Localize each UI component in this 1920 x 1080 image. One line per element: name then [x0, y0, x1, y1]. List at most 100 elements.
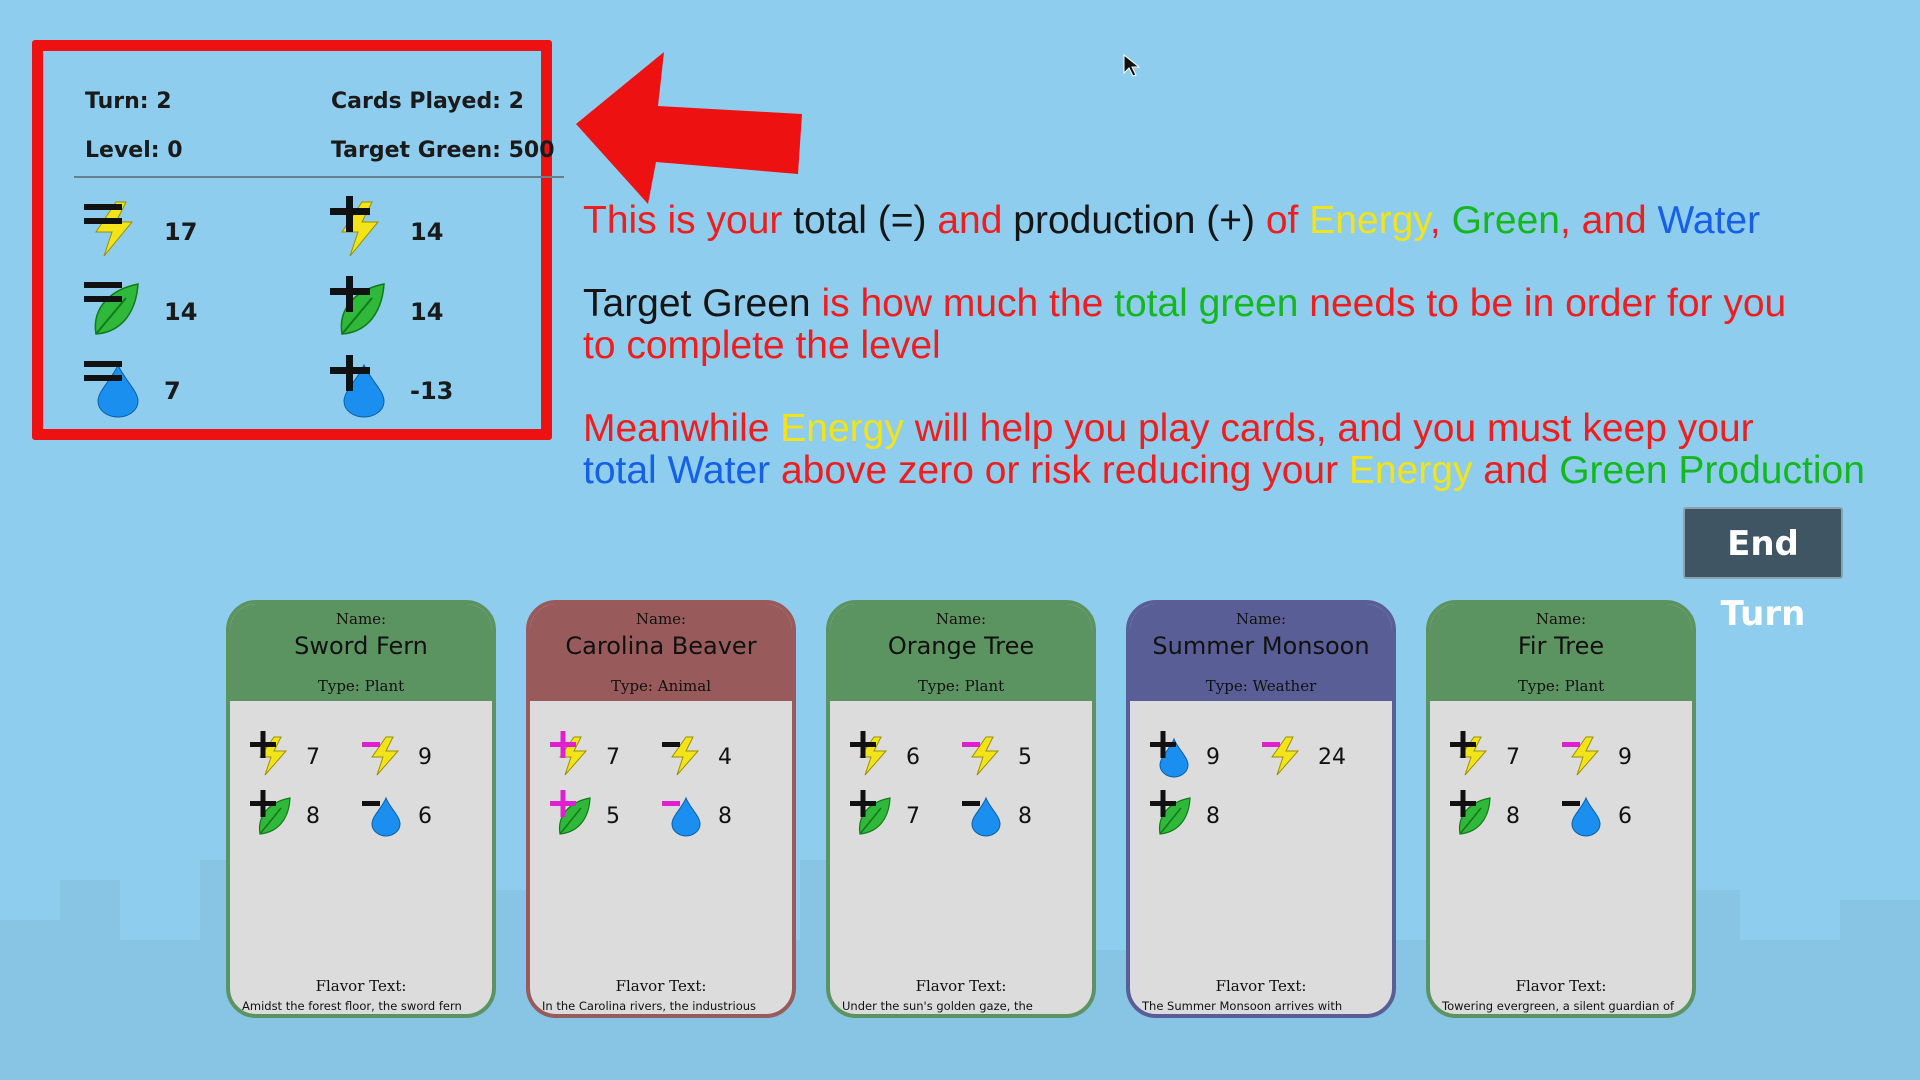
card-flavor-label: Flavor Text:: [315, 977, 407, 995]
instruction-segment: to complete the level: [583, 324, 941, 367]
total-green-value: 14: [164, 298, 198, 326]
card-name-label: Name:: [635, 610, 687, 628]
production-green-value: 14: [410, 298, 444, 326]
card-carolina-beaver[interactable]: Name: Carolina Beaver Type: Animal 7 4 5 8 Flav…: [526, 600, 796, 1018]
target-green-label: Target Green: 500: [331, 138, 555, 163]
instruction-segment: above zero or risk reducing your: [780, 449, 1349, 492]
instruction-segment: total Water: [583, 449, 781, 492]
production-energy-value: 14: [410, 218, 444, 246]
card-header: Name: Summer Monsoon Type: Weather: [1130, 604, 1392, 701]
card-stat-value: 7: [306, 745, 320, 770]
instruction-segment: will help you play cards, and you must k…: [914, 407, 1754, 450]
card-name-label: Name:: [1535, 610, 1587, 628]
card-type: Type: Weather: [1205, 677, 1317, 695]
turn-label: Turn: 2: [85, 89, 172, 114]
water-icon: [962, 796, 1001, 837]
card-header: Name: Carolina Beaver Type: Animal: [530, 604, 792, 701]
card-name-label: Name:: [335, 610, 387, 628]
level-label: Level: 0: [85, 138, 183, 163]
leaf-icon: [1150, 790, 1191, 835]
card-flavor-label: Flavor Text:: [615, 977, 707, 995]
energy-icon: [1450, 731, 1488, 776]
card-type: Type: Plant: [317, 677, 405, 695]
instruction-line-2: Target Green is how much the total green…: [583, 283, 1786, 325]
mouse-cursor-icon: [1123, 54, 1141, 77]
water-icon: [362, 796, 401, 837]
card-summer-monsoon[interactable]: Name: Summer Monsoon Type: Weather 9 24 8 Flav…: [1126, 600, 1396, 1018]
instruction-line-3: to complete the level: [583, 325, 941, 367]
leaf-icon: [550, 790, 591, 835]
card-flavor-label: Flavor Text:: [915, 977, 1007, 995]
card-flavor-label: Flavor Text:: [1215, 977, 1307, 995]
card-name-label: Name:: [935, 610, 987, 628]
total-green-leaf-icon: [84, 282, 139, 335]
card-sword-fern[interactable]: Name: Sword Fern Type: Plant 7 9 8 6 Flavor Tex…: [226, 600, 496, 1018]
card-stat-value: 6: [1618, 804, 1632, 829]
water-icon: [1150, 731, 1189, 778]
instruction-line-1: This is your total (=) and production (+…: [583, 200, 1760, 242]
instruction-segment: Target Green: [583, 282, 822, 325]
instruction-segment: Energy: [1348, 449, 1484, 492]
stats-divider: [74, 176, 564, 178]
instruction-segment: ,: [1429, 199, 1452, 242]
card-stat-value: 8: [1206, 804, 1220, 829]
card-header: Name: Orange Tree Type: Plant: [830, 604, 1092, 701]
energy-icon: [1562, 736, 1600, 776]
card-body: 7 9 8 6 Flavor Text: Towering evergreen, a si…: [1434, 701, 1688, 1013]
card-flavor-label: Flavor Text:: [1515, 977, 1607, 995]
card-stat-value: 8: [1018, 804, 1032, 829]
card-stat-value: 8: [306, 804, 320, 829]
card-orange-tree[interactable]: Name: Orange Tree Type: Plant 6 5 7 8 Flavor Te…: [826, 600, 1096, 1018]
production-water-drop-icon: [330, 355, 385, 418]
card-flavor-text: Towering evergreen, a silent guardian of…: [1442, 999, 1675, 1013]
card-stat-value: 5: [606, 804, 620, 829]
card-stat-value: 9: [1206, 745, 1220, 770]
instruction-segment: Water: [1657, 199, 1761, 242]
instruction-segment: total (=): [793, 199, 938, 242]
card-stat-value: 7: [906, 804, 920, 829]
leaf-icon: [1450, 790, 1491, 835]
card-name: Carolina Beaver: [565, 632, 757, 660]
water-icon: [662, 796, 701, 837]
card-name: Sword Fern: [294, 632, 428, 660]
energy-icon: [550, 731, 588, 776]
instruction-line-5: total Water above zero or risk reducing …: [583, 450, 1865, 492]
instruction-segment: and: [937, 199, 1014, 242]
leaf-icon: [850, 790, 891, 835]
card-stat-value: 24: [1318, 745, 1346, 770]
instruction-segment: Energy: [1309, 199, 1430, 242]
card-header: Name: Sword Fern Type: Plant: [230, 604, 492, 701]
instruction-segment: production (+): [1013, 199, 1266, 242]
card-header: Name: Fir Tree Type: Plant: [1430, 604, 1692, 701]
instruction-segment: needs to be in order for you: [1309, 282, 1787, 325]
card-stat-value: 6: [906, 745, 920, 770]
leaf-icon: [250, 790, 291, 835]
production-energy-icon: [330, 196, 380, 257]
card-stat-value: 8: [1506, 804, 1520, 829]
card-stat-value: 5: [1018, 745, 1032, 770]
card-body: 6 5 7 8 Flavor Text: Under the sun's golden g…: [834, 701, 1088, 1013]
instruction-segment: Energy: [780, 407, 915, 450]
instruction-segment: total green: [1114, 282, 1310, 325]
instruction-segment: Green Production: [1559, 449, 1865, 492]
card-stat-value: 9: [1618, 745, 1632, 770]
card-flavor-text: In the Carolina rivers, the industrious …: [542, 999, 757, 1013]
card-name: Fir Tree: [1517, 632, 1605, 660]
energy-icon: [962, 736, 1000, 776]
end-turn-button[interactable]: End Turn: [1683, 507, 1843, 634]
cards-played-label: Cards Played: 2: [331, 89, 524, 114]
instruction-segment: , and: [1559, 199, 1658, 242]
instruction-segment: of: [1265, 199, 1310, 242]
card-body: 7 9 8 6 Flavor Text: Amidst the forest floor,…: [234, 701, 488, 1013]
instruction-line-4: Meanwhile Energy will help you play card…: [583, 408, 1754, 450]
card-type: Type: Plant: [917, 677, 1005, 695]
energy-icon: [1262, 736, 1300, 776]
energy-icon: [250, 731, 288, 776]
card-flavor-text: Under the sun's golden gaze, the Orange …: [842, 999, 1033, 1013]
card-flavor-text: The Summer Monsoon arrives with thundero…: [1142, 999, 1343, 1013]
card-stat-value: 7: [1506, 745, 1520, 770]
instruction-segment: This is your: [583, 199, 794, 242]
total-water-drop-icon: [84, 361, 139, 418]
card-fir-tree[interactable]: Name: Fir Tree Type: Plant 7 9 8 6 Flavor Text:…: [1426, 600, 1696, 1018]
energy-icon: [662, 736, 700, 776]
